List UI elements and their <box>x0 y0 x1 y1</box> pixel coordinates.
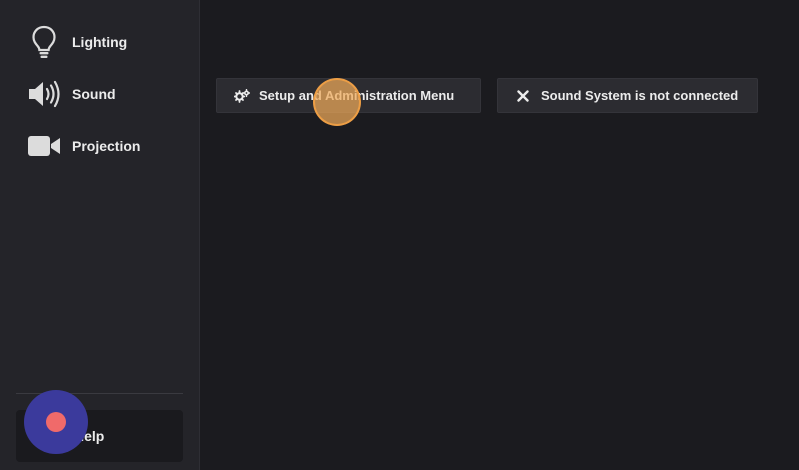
sidebar-item-projection[interactable]: Projection <box>0 124 199 168</box>
sidebar-item-label: Lighting <box>72 34 128 50</box>
sound-system-status-label: Sound System is not connected <box>541 88 739 103</box>
help-widget-button[interactable] <box>24 390 88 454</box>
sound-system-status-button[interactable]: Sound System is not connected <box>497 78 758 113</box>
sidebar-item-label: Projection <box>72 138 141 154</box>
sidebar: Lighting Sound Projection Help <box>0 0 200 470</box>
speaker-icon <box>26 76 62 112</box>
lightbulb-icon <box>26 24 62 60</box>
cogs-icon <box>234 89 250 103</box>
record-dot-icon <box>46 412 66 432</box>
close-icon <box>516 89 530 103</box>
sidebar-item-lighting[interactable]: Lighting <box>0 20 199 64</box>
app-window: Lighting Sound Projection Help Setup and… <box>0 0 799 470</box>
sidebar-item-label: Sound <box>72 86 116 102</box>
setup-administration-label: Setup and Administration Menu <box>259 88 455 103</box>
sidebar-item-sound[interactable]: Sound <box>0 72 199 116</box>
setup-administration-button[interactable]: Setup and Administration Menu <box>216 78 481 113</box>
video-camera-icon <box>26 128 62 164</box>
